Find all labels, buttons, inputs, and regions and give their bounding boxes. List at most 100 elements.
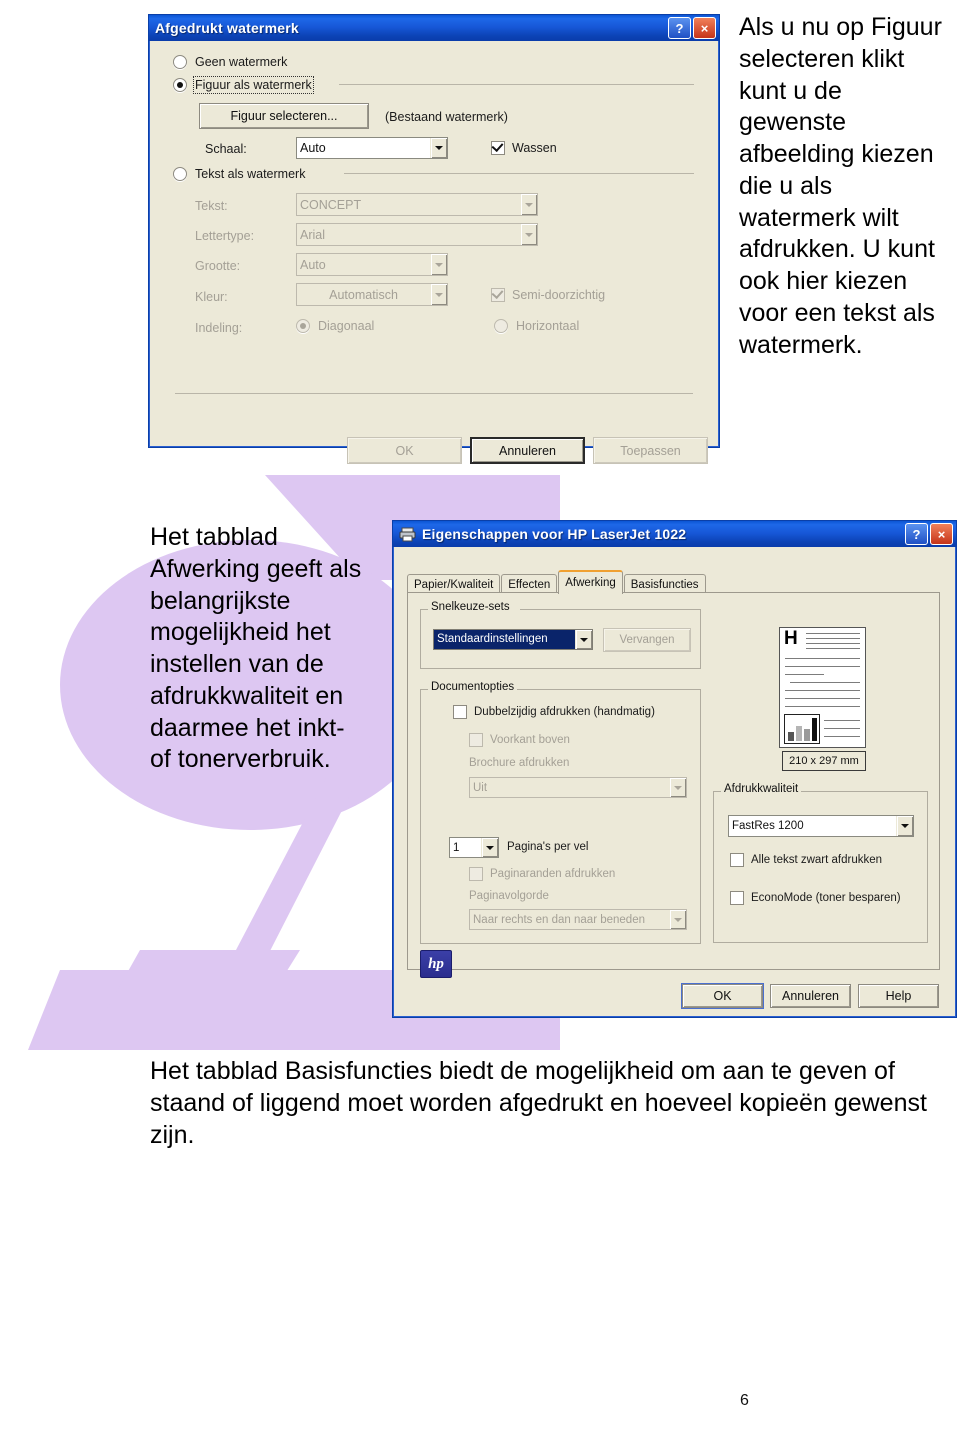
radio-layout-diagonal[interactable]: Diagonaal [296, 319, 374, 333]
page-borders-label: Paginaranden afdrukken [490, 868, 616, 880]
tab-afwerking[interactable]: Afwerking [558, 570, 623, 594]
watermark-ok-button[interactable]: OK [347, 437, 462, 464]
watermark-dialog-body: Geen watermerk Figuur als watermerk Figu… [149, 41, 719, 464]
watermark-text-combo[interactable]: CONCEPT [296, 193, 538, 216]
intro-paragraph: Als u nu op Figuur selecteren klikt kunt… [739, 13, 942, 359]
help-icon[interactable]: ? [905, 523, 928, 545]
preview-chart-bar [812, 718, 817, 741]
page-preview: H [779, 627, 866, 748]
economode-checkbox[interactable]: EconoMode (toner besparen) [730, 891, 901, 905]
scale-combo[interactable]: Auto [296, 137, 448, 159]
watermark-text-value: CONCEPT [300, 197, 362, 212]
preview-line [806, 633, 860, 634]
close-icon[interactable]: × [930, 523, 953, 545]
preview-line [785, 706, 860, 707]
radio-text-watermark-indicator [173, 167, 187, 181]
quicksets-combo[interactable]: Standaardinstellingen [433, 629, 593, 650]
page-order-combo[interactable]: Naar rechts en dan naar beneden [469, 909, 687, 930]
semitransparent-checkbox-indicator [491, 288, 505, 302]
watermark-apply-button[interactable]: Toepassen [593, 437, 708, 464]
select-picture-button[interactable]: Figuur selecteren... [199, 103, 369, 129]
help-icon[interactable]: ? [668, 17, 691, 39]
page-borders-checkbox[interactable]: Paginaranden afdrukken [469, 867, 615, 881]
group-border-left [421, 689, 428, 690]
page-borders-checkbox-indicator [469, 867, 483, 881]
page-order-label: Paginavolgorde [469, 890, 549, 902]
preview-letter: H [784, 628, 798, 649]
duplex-checkbox[interactable]: Dubbelzijdig afdrukken (handmatig) [453, 705, 655, 719]
radio-no-watermark[interactable]: Geen watermerk [173, 55, 287, 69]
radio-picture-watermark-label: Figuur als watermerk [193, 76, 314, 94]
preview-line [785, 690, 860, 691]
tab-effecten[interactable]: Effecten [501, 574, 558, 594]
washout-checkbox[interactable]: Wassen [491, 141, 557, 155]
preview-line [785, 658, 860, 659]
radio-text-watermark[interactable]: Tekst als watermerk [173, 167, 305, 181]
booklet-combo-value: Uit [473, 781, 488, 794]
booklet-combo[interactable]: Uit [469, 777, 687, 798]
tab-papier-kwaliteit[interactable]: Papier/Kwaliteit [407, 574, 501, 594]
chevron-down-icon[interactable] [481, 838, 498, 857]
preview-line [785, 674, 824, 675]
printer-help-button[interactable]: Help [858, 984, 939, 1008]
preview-chart-bar [796, 726, 802, 741]
printer-dialog-title: Eigenschappen voor HP LaserJet 1022 [422, 526, 687, 542]
group-border-left [421, 609, 428, 610]
preview-line [790, 682, 860, 683]
pages-per-sheet-value: 1 [453, 841, 460, 854]
group-border-right [520, 609, 700, 610]
print-quality-group: Afdrukkwaliteit FastRes 1200 Alle tekst … [713, 783, 928, 943]
color-combo[interactable]: Automatisch [296, 283, 448, 306]
scale-label: Schaal: [205, 142, 247, 156]
quicksets-combo-value: Standaardinstellingen [434, 630, 575, 649]
radio-picture-watermark[interactable]: Figuur als watermerk [173, 76, 314, 94]
font-combo-value: Arial [300, 227, 326, 242]
preview-chart-bar [788, 732, 794, 741]
chevron-down-icon[interactable] [520, 224, 537, 245]
printer-properties-dialog: Eigenschappen voor HP LaserJet 1022 ? × … [392, 520, 957, 1018]
chevron-down-icon[interactable] [520, 194, 537, 215]
chevron-down-icon[interactable] [430, 138, 447, 158]
resolution-combo-value: FastRes 1200 [732, 820, 804, 832]
chevron-down-icon[interactable] [896, 816, 913, 836]
economode-label: EconoMode (toner besparen) [751, 892, 901, 904]
group-border-right [510, 689, 700, 690]
chevron-down-icon[interactable] [430, 254, 447, 275]
chevron-down-icon[interactable] [430, 284, 447, 305]
page-order-combo-value: Naar rechts en dan naar beneden [473, 913, 645, 926]
radio-layout-horizontal[interactable]: Horizontaal [494, 319, 579, 333]
pages-per-sheet-combo[interactable]: 1 [449, 837, 499, 858]
printer-cancel-button[interactable]: Annuleren [770, 984, 851, 1008]
basics-paragraph: Het tabblad Basisfuncties biedt de mogel… [150, 1057, 927, 1149]
preview-line [785, 698, 860, 699]
chevron-down-icon[interactable] [669, 910, 686, 929]
font-combo[interactable]: Arial [296, 223, 538, 246]
layout-label: Indeling: [195, 321, 243, 335]
preview-line [806, 638, 860, 639]
close-icon[interactable]: × [693, 17, 716, 39]
print-quality-caption: Afdrukkwaliteit [721, 783, 802, 795]
quicksets-replace-button[interactable]: Vervangen [603, 628, 691, 652]
flip-up-checkbox-indicator [469, 733, 483, 747]
size-combo[interactable]: Auto [296, 253, 448, 276]
chevron-down-icon[interactable] [669, 778, 686, 797]
watermark-dialog-titlebar[interactable]: Afgedrukt watermerk ? × [149, 15, 719, 41]
quicksets-caption: Snelkeuze-sets [428, 601, 513, 613]
duplex-checkbox-indicator [453, 705, 467, 719]
printer-ok-button[interactable]: OK [682, 984, 763, 1008]
flip-up-label: Voorkant boven [490, 734, 570, 746]
preview-chart-bar [804, 729, 810, 741]
tab-basisfuncties[interactable]: Basisfuncties [623, 574, 706, 594]
all-text-black-checkbox[interactable]: Alle tekst zwart afdrukken [730, 853, 882, 867]
watermark-cancel-button[interactable]: Annuleren [470, 437, 585, 464]
radio-no-watermark-label: Geen watermerk [195, 55, 288, 69]
preview-line [824, 728, 860, 729]
resolution-combo[interactable]: FastRes 1200 [728, 815, 914, 837]
printer-icon [399, 527, 416, 542]
radio-layout-horizontal-label: Horizontaal [516, 319, 580, 333]
document-options-group: Documentopties Dubbelzijdig afdrukken (h… [420, 681, 701, 944]
printer-dialog-titlebar[interactable]: Eigenschappen voor HP LaserJet 1022 ? × [393, 521, 956, 547]
semitransparent-checkbox[interactable]: Semi-doorzichtig [491, 288, 605, 302]
flip-up-checkbox[interactable]: Voorkant boven [469, 733, 570, 747]
chevron-down-icon[interactable] [575, 630, 592, 649]
